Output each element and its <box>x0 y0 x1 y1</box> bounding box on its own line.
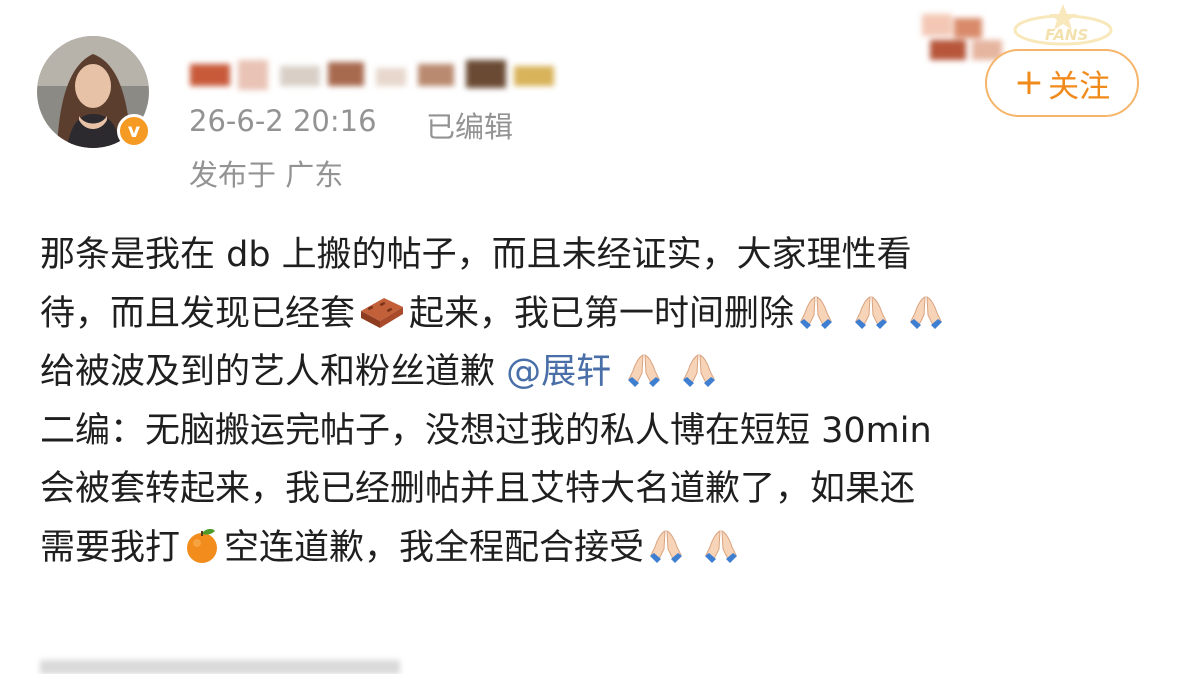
username-redacted[interactable] <box>190 60 560 90</box>
follow-label: 关注 <box>1048 68 1111 105</box>
pray-icon <box>624 349 664 389</box>
truncated-text-redacted <box>40 660 400 674</box>
pray-icon <box>679 349 719 389</box>
pray-icon <box>851 291 891 331</box>
plus-icon: + <box>1013 62 1045 103</box>
content-line-2: 待，而且发现已经套 起来，我已第一时间删除 <box>40 285 1160 344</box>
pray-icon <box>796 291 836 331</box>
content-line-2-a: 待，而且发现已经套 <box>40 293 356 334</box>
pray-icon <box>646 525 686 565</box>
content-line-4: 二编：无脑搬运完帖子，没想过我的私人博在短短 30min <box>40 410 932 451</box>
orange-icon <box>182 525 222 565</box>
pray-icon <box>701 525 741 565</box>
brick-icon <box>357 291 407 331</box>
content-line-3-a: 给被波及到的艺人和粉丝道歉 <box>40 352 496 393</box>
pray-icon <box>906 291 946 331</box>
fans-watermark-label: FANS <box>1045 26 1089 44</box>
content-line-1: 那条是我在 db 上搬的帖子，而且未经证实，大家理性看 <box>40 235 912 275</box>
content-line-3: 给被波及到的艺人和粉丝道歉 @展轩 <box>40 343 1160 402</box>
post-location: 发布于 广东 <box>189 158 344 192</box>
content-line-2-b: 起来，我已第一时间删除 <box>409 293 795 334</box>
post-content: 那条是我在 db 上搬的帖子，而且未经证实，大家理性看 待，而且发现已经套 起来，… <box>40 226 1160 578</box>
edited-label[interactable]: 已编辑 <box>426 104 513 146</box>
post-timestamp: 26-6-2 20:16 <box>189 104 377 138</box>
content-line-5: 会被套转起来，我已经删帖并且艾特大名道歉了，如果还 <box>40 469 916 510</box>
content-line-6-b: 空连道歉，我全程配合接受 <box>224 527 645 568</box>
content-line-6: 需要我打 空连道歉，我全程配合接受 <box>40 519 1160 578</box>
content-line-6-a: 需要我打 <box>40 527 181 568</box>
mention-link[interactable]: @展轩 <box>506 352 611 392</box>
avatar-wrap[interactable]: v <box>37 36 155 154</box>
follow-button[interactable]: + 关注 <box>985 49 1139 117</box>
verified-icon: v <box>117 114 151 148</box>
fans-watermark: FANS <box>1005 0 1115 46</box>
